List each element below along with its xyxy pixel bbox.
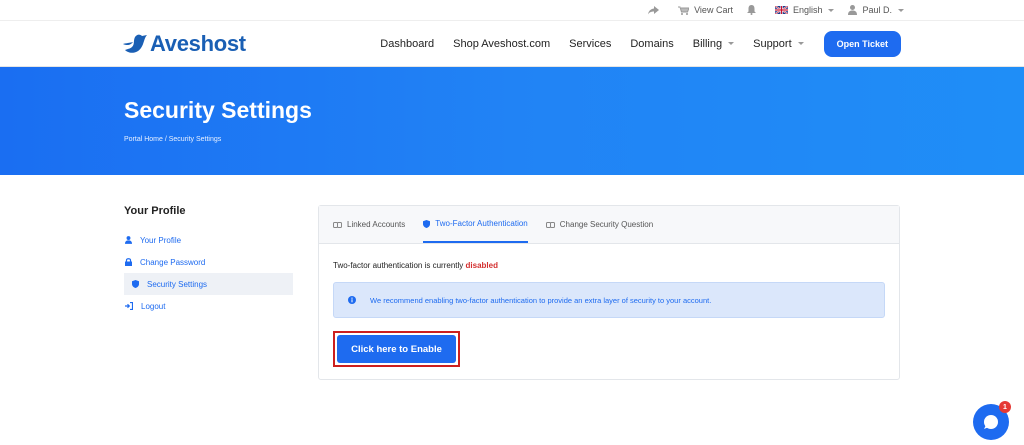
user-name: Paul D. [862,5,892,15]
sidebar-item-label: Logout [141,301,166,311]
user-menu[interactable]: Paul D. [848,5,904,15]
page-hero: Security Settings Portal Home / Security… [0,67,1024,175]
sidebar-item-your-profile[interactable]: Your Profile [124,229,294,251]
site-logo[interactable]: Aveshost [123,31,246,57]
status-badge: disabled [465,261,498,270]
logout-icon [125,302,133,310]
chat-badge: 1 [999,401,1011,413]
sidebar-item-logout[interactable]: Logout [124,295,294,317]
tab-label: Two-Factor Authentication [435,219,528,228]
shield-icon [423,219,431,228]
tab-linked-accounts[interactable]: Linked Accounts [333,206,405,243]
alert-text: We recommend enabling two-factor authent… [370,295,712,305]
tab-label: Linked Accounts [347,220,406,229]
sidebar-item-security-settings[interactable]: Security Settings [124,273,293,295]
link-icon [545,221,555,228]
breadcrumb[interactable]: Portal Home / Security Settings [124,136,1024,143]
sidebar-item-label: Security Settings [147,279,208,289]
status-text: Two-factor authentication is currently [333,261,466,270]
main-content: Your Profile Your Profile Change Passwor… [0,175,1024,380]
info-icon [348,296,356,304]
enable-two-factor-button[interactable]: Click here to Enable [337,335,456,363]
two-factor-status: Two-factor authentication is currently d… [333,261,885,270]
shield-icon [132,280,139,288]
sidebar-item-change-password[interactable]: Change Password [124,251,294,273]
two-factor-body: Two-factor authentication is currently d… [319,244,899,367]
main-header: Aveshost Dashboard Shop Aveshost.com Ser… [0,20,1024,67]
link-icon [333,221,342,228]
sidebar-item-label: Change Password [140,257,206,267]
logo-text: Aveshost [150,30,246,56]
security-panel: Linked Accounts Two-Factor Authenticatio… [318,205,900,380]
info-alert: We recommend enabling two-factor authent… [333,282,885,318]
view-cart-link[interactable]: View Cart [678,5,733,15]
nav-services[interactable]: Services [569,38,611,50]
lock-icon [125,258,132,266]
chevron-down-icon [728,42,735,45]
user-icon [848,5,858,15]
nav-shop[interactable]: Shop Aveshost.com [453,38,550,50]
user-icon [125,236,132,244]
sidebar-item-label: Your Profile [140,235,182,245]
notifications-button[interactable] [746,5,761,15]
chevron-down-icon [828,8,835,12]
main-nav: Dashboard Shop Aveshost.com Services Dom… [361,30,901,57]
bird-logo-icon [123,34,147,53]
bell-icon [746,5,756,15]
language-label: English [792,5,823,15]
page-title: Security Settings [124,97,312,123]
nav-domains[interactable]: Domains [630,38,673,50]
open-ticket-button[interactable]: Open Ticket [823,30,901,57]
enable-highlight-box: Click here to Enable [333,331,460,367]
nav-billing[interactable]: Billing [692,37,735,50]
security-tabs: Linked Accounts Two-Factor Authenticatio… [319,206,899,244]
nav-billing-label: Billing [692,37,723,50]
tab-two-factor-authentication[interactable]: Two-Factor Authentication [423,206,528,243]
chat-icon [984,415,998,429]
top-utility-bar: View Cart English Paul D. [0,0,1024,20]
chevron-down-icon [898,8,904,12]
tab-change-security-question[interactable]: Change Security Question [545,206,654,243]
share-button[interactable] [648,5,664,15]
nav-support[interactable]: Support [753,38,804,50]
chevron-down-icon [797,42,804,45]
tab-label: Change Security Question [559,220,654,229]
cart-icon [678,6,690,15]
nav-support-label: Support [753,37,792,50]
share-icon [648,5,660,14]
profile-sidebar: Your Profile Your Profile Change Passwor… [124,205,294,380]
nav-dashboard[interactable]: Dashboard [380,38,434,50]
view-cart-label: View Cart [694,5,733,15]
uk-flag-icon [774,6,788,14]
chat-launcher-button[interactable]: 1 [973,401,1011,440]
sidebar-heading: Your Profile [124,205,186,217]
language-selector[interactable]: English [774,5,835,15]
